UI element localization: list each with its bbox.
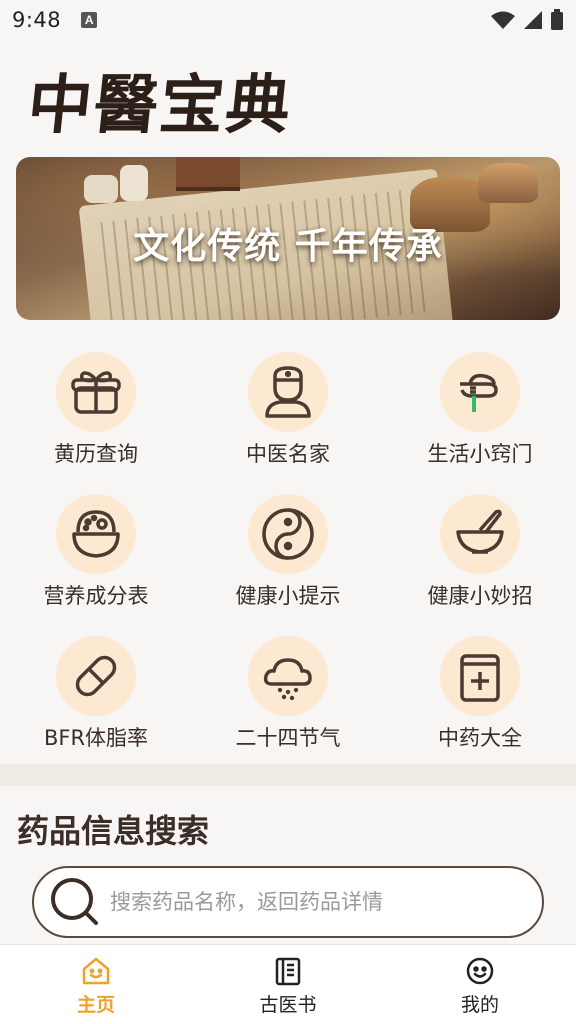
feature-label: 二十四节气 (235, 726, 341, 750)
mortar-pestle-icon (440, 494, 520, 574)
status-icons (490, 9, 564, 31)
search-box[interactable] (32, 866, 544, 938)
feature-label: 中医名家 (246, 442, 330, 466)
home-icon (82, 957, 110, 985)
feature-life-tips[interactable]: 生活小窍门 (384, 352, 576, 494)
feature-health-tricks[interactable]: 健康小妙招 (384, 494, 576, 636)
feature-herbs[interactable]: 中药大全 (384, 636, 576, 778)
feature-huangli[interactable]: 黄历查询 (0, 352, 192, 494)
wifi-icon (491, 11, 515, 29)
feature-label: 健康小妙招 (427, 584, 533, 608)
ancient-book-icon (275, 957, 301, 986)
doctor-icon (248, 352, 328, 432)
search-section-title: 药品信息搜索 (17, 812, 210, 850)
medicine-book-icon (440, 636, 520, 716)
feature-health-tips[interactable]: 健康小提示 (192, 494, 384, 636)
battery-icon (551, 9, 563, 30)
pill-capsule-icon (56, 636, 136, 716)
banner-box-decoration (176, 157, 240, 191)
feature-famous-doctors[interactable]: 中医名家 (192, 352, 384, 494)
hero-banner[interactable]: 文化传统 千年传承 (16, 157, 560, 320)
banner-pot-decoration-2 (478, 163, 538, 203)
nav-ancient-books[interactable]: 古医书 (192, 945, 384, 1024)
feature-label: 健康小提示 (235, 584, 341, 608)
notification-icon: A (81, 12, 98, 28)
feature-grid: 黄历查询 中医名家 生活小窍门 营养成分表 健康小提示 健康小妙招 BFR体脂率… (0, 352, 576, 752)
smiley-icon (466, 957, 494, 985)
food-bowl-icon (56, 494, 136, 574)
feature-bfr[interactable]: BFR体脂率 (0, 636, 192, 778)
banner-text: 文化传统 千年传承 (133, 225, 443, 267)
nav-label: 古医书 (259, 994, 317, 1016)
feature-label: 营养成分表 (43, 584, 149, 608)
banner-scroll-decoration (84, 175, 118, 203)
section-divider (0, 764, 576, 786)
thermometer-hand-icon (440, 352, 520, 432)
signal-icon (524, 11, 542, 29)
feature-label: 黄历查询 (54, 442, 138, 466)
nav-home[interactable]: 主页 (0, 945, 192, 1024)
bottom-nav: 主页 古医书 我的 (0, 944, 576, 1024)
feature-label: 生活小窍门 (427, 442, 533, 466)
gift-icon (56, 352, 136, 432)
nav-profile[interactable]: 我的 (384, 945, 576, 1024)
yin-yang-icon (248, 494, 328, 574)
feature-label: 中药大全 (438, 726, 522, 750)
app-logo: 中醫宝典 (24, 68, 296, 143)
feature-nutrition[interactable]: 营养成分表 (0, 494, 192, 636)
search-input[interactable] (110, 890, 530, 914)
snow-cloud-icon (248, 636, 328, 716)
status-time: 9:48 (12, 8, 62, 32)
banner-scroll-decoration-2 (120, 165, 148, 201)
feature-label: BFR体脂率 (43, 726, 149, 750)
status-bar: 9:48 A (0, 0, 576, 40)
search-icon (51, 878, 98, 925)
feature-solar-terms[interactable]: 二十四节气 (192, 636, 384, 778)
nav-label: 主页 (76, 994, 115, 1016)
nav-label: 我的 (460, 994, 499, 1016)
